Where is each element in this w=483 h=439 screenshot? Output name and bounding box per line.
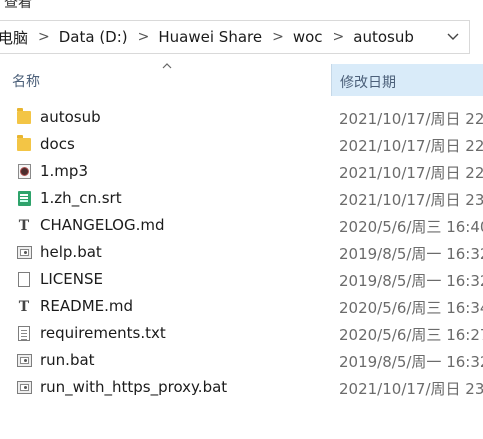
file-row-run-bat[interactable]: run.bat 2019/8/5/周一 16:32	[0, 347, 483, 374]
file-name: run_with_https_proxy.bat	[40, 378, 228, 396]
file-row-srt[interactable]: 1.zh_cn.srt 2021/10/17/周日 23:	[0, 185, 483, 212]
chevron-right-icon[interactable]: >	[333, 29, 345, 45]
file-date: 2021/10/17/周日 23:	[339, 191, 483, 209]
markdown-file-icon: T	[18, 298, 30, 315]
file-name: docs	[40, 135, 75, 153]
audio-file-icon	[16, 163, 32, 180]
file-list: autosub 2021/10/17/周日 22: docs 2021/10/1…	[0, 104, 483, 401]
file-date: 2021/10/17/周日 22:	[339, 164, 483, 182]
file-name: run.bat	[40, 351, 95, 369]
chevron-right-icon[interactable]: >	[138, 29, 150, 45]
breadcrumb-item-this-pc[interactable]: 电脑	[0, 27, 28, 48]
breadcrumb-item-woc[interactable]: woc	[293, 28, 323, 46]
file-date: 2020/5/6/周三 16:40	[339, 218, 483, 236]
file-date: 2019/8/5/周一 16:32	[339, 245, 483, 263]
text-file-icon	[16, 325, 32, 342]
batch-file-icon	[16, 352, 32, 369]
file-date: 2021/10/17/周日 22:	[339, 110, 483, 128]
file-name: 1.mp3	[40, 162, 88, 180]
file-date: 2020/5/6/周三 16:27	[339, 326, 483, 344]
address-bar[interactable]: 电脑 > Data (D:) > Huawei Share > woc > au…	[0, 20, 470, 54]
file-row-1-mp3[interactable]: 1.mp3 2021/10/17/周日 22:	[0, 158, 483, 185]
file-row-readme[interactable]: T README.md 2020/5/6/周三 16:34	[0, 293, 483, 320]
file-row-license[interactable]: LICENSE 2019/8/5/周一 16:32	[0, 266, 483, 293]
file-date: 2019/8/5/周一 16:32	[339, 353, 483, 371]
batch-file-icon	[16, 379, 32, 396]
column-header-date[interactable]: 修改日期	[331, 64, 483, 96]
markdown-file-icon: T	[18, 217, 30, 234]
file-date: 2021/10/17/周日 23:	[339, 380, 483, 398]
file-row-docs[interactable]: docs 2021/10/17/周日 22:	[0, 131, 483, 158]
breadcrumb-item-huawei-share[interactable]: Huawei Share	[158, 28, 262, 46]
file-name: autosub	[40, 108, 101, 126]
view-menu-label[interactable]: 查看	[4, 0, 32, 12]
file-row-changelog[interactable]: T CHANGELOG.md 2020/5/6/周三 16:40	[0, 212, 483, 239]
file-date: 2019/8/5/周一 16:32	[339, 272, 483, 290]
menu-strip: 查看	[0, 0, 483, 14]
breadcrumb-item-autosub[interactable]: autosub	[353, 28, 414, 46]
folder-icon	[16, 135, 32, 153]
column-header-date-label: 修改日期	[340, 75, 396, 91]
file-row-autosub[interactable]: autosub 2021/10/17/周日 22:	[0, 104, 483, 131]
file-name: requirements.txt	[40, 324, 166, 342]
column-header: 名称 修改日期	[0, 60, 483, 96]
chevron-right-icon[interactable]: >	[38, 29, 50, 45]
file-date: 2021/10/17/周日 22:	[339, 137, 483, 155]
batch-file-icon	[16, 244, 32, 261]
file-name: 1.zh_cn.srt	[40, 189, 122, 207]
file-row-requirements[interactable]: requirements.txt 2020/5/6/周三 16:27	[0, 320, 483, 347]
file-row-run-with-https-proxy[interactable]: run_with_https_proxy.bat 2021/10/17/周日 2…	[0, 374, 483, 401]
file-name: LICENSE	[40, 270, 103, 288]
subtitle-file-icon	[16, 190, 32, 207]
chevron-right-icon[interactable]: >	[272, 29, 284, 45]
sort-up-icon	[162, 58, 172, 72]
column-header-name[interactable]: 名称	[12, 71, 40, 91]
folder-icon	[16, 108, 32, 126]
file-name: CHANGELOG.md	[40, 216, 165, 234]
file-date: 2020/5/6/周三 16:34	[339, 299, 483, 317]
blank-file-icon	[16, 271, 32, 288]
chevron-down-icon[interactable]	[445, 29, 461, 45]
file-row-help-bat[interactable]: help.bat 2019/8/5/周一 16:32	[0, 239, 483, 266]
file-name: help.bat	[40, 243, 102, 261]
breadcrumb-item-data-drive[interactable]: Data (D:)	[59, 28, 128, 46]
file-name: README.md	[40, 297, 134, 315]
